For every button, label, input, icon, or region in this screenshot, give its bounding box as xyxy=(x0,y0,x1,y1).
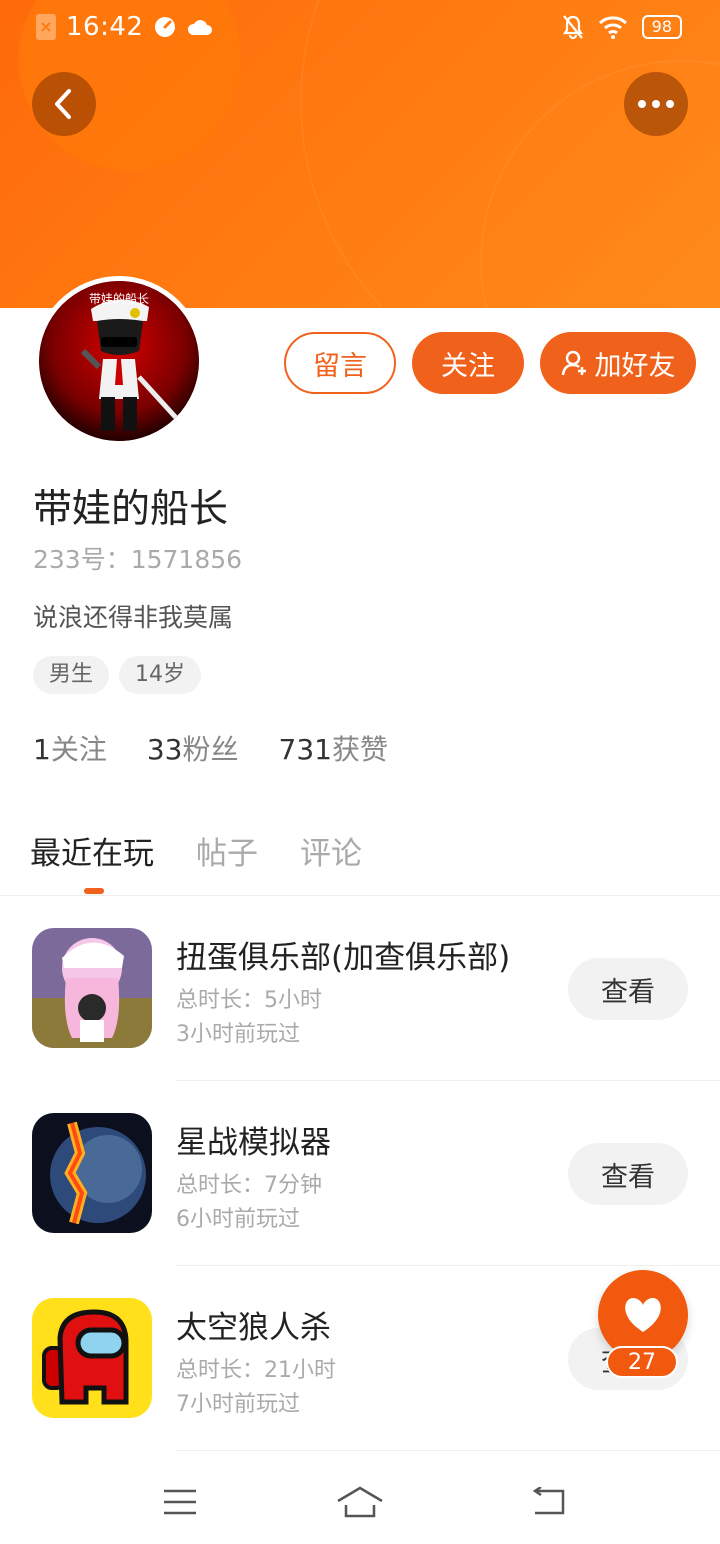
tab-recent-games[interactable]: 最近在玩 xyxy=(30,828,154,873)
svg-text:带娃的船长: 带娃的船长 xyxy=(89,291,149,306)
game-duration: 总时长：7分钟 xyxy=(176,1173,322,1198)
more-options-button[interactable] xyxy=(624,72,688,136)
back-arrow-icon xyxy=(532,1487,565,1515)
chevron-left-icon xyxy=(55,89,71,119)
tab-posts[interactable]: 帖子 xyxy=(196,828,258,873)
game-last-played: 7小时前玩过 xyxy=(176,1392,300,1417)
game-icon-among-us xyxy=(32,1298,152,1418)
profile-name: 带娃的船长 xyxy=(33,487,229,532)
game-title: 扭蛋俱乐部(加查俱乐部) xyxy=(176,940,511,976)
follow-button[interactable]: 关注 xyxy=(412,332,524,394)
system-navigation-bar xyxy=(0,1460,720,1544)
avatar-image: 带娃的船长 xyxy=(39,281,199,441)
game-icon-gacha-club xyxy=(32,928,152,1048)
battery-indicator: 98 xyxy=(641,15,682,39)
tag-gender: 男生 xyxy=(33,656,110,694)
game-last-played: 3小时前玩过 xyxy=(176,1022,300,1047)
game-icon-star-wars-simulator xyxy=(32,1113,152,1233)
avatar-character: 带娃的船长 xyxy=(39,281,199,441)
mute-bell-icon xyxy=(562,15,583,40)
avatar[interactable]: 带娃的船长 xyxy=(34,276,204,446)
profile-stats: 1关注 33粉丝 731获赞 xyxy=(33,728,388,768)
game-duration: 总时长：21小时 xyxy=(176,1358,336,1383)
profile-tags: 男生 14岁 xyxy=(33,656,202,694)
add-person-icon xyxy=(561,350,586,376)
add-friend-button[interactable]: 加好友 xyxy=(540,332,696,394)
list-item[interactable]: 扭蛋俱乐部(加查俱乐部) 总时长：5小时 3小时前玩过 查看 xyxy=(0,896,720,1081)
tab-comments[interactable]: 评论 xyxy=(300,828,362,873)
status-bar: × 16:42 98 xyxy=(0,0,720,58)
profile-id: 233号：1571856 xyxy=(33,545,243,574)
add-friend-label: 加好友 xyxy=(594,350,676,382)
game-duration: 总时长：5小时 xyxy=(176,988,322,1013)
home-icon xyxy=(337,1486,383,1518)
nav-home-button[interactable] xyxy=(330,1478,390,1526)
view-button[interactable]: 查看 xyxy=(568,958,688,1020)
like-count: 27 xyxy=(606,1346,678,1378)
profile-bio: 说浪还得非我莫属 xyxy=(33,603,234,632)
heart-icon xyxy=(625,1298,661,1332)
stat-likes[interactable]: 731获赞 xyxy=(279,728,388,768)
game-last-played: 6小时前玩过 xyxy=(176,1207,300,1232)
tab-active-indicator xyxy=(84,888,104,894)
tag-age: 14岁 xyxy=(119,656,202,694)
back-button[interactable] xyxy=(32,72,96,136)
speedometer-icon xyxy=(155,17,176,37)
more-dots-icon xyxy=(638,100,674,108)
menu-icon xyxy=(164,1489,196,1515)
nav-menu-button[interactable] xyxy=(150,1478,210,1526)
nav-back-button[interactable] xyxy=(518,1478,578,1526)
stat-fans[interactable]: 33粉丝 xyxy=(147,728,239,768)
game-title: 星战模拟器 xyxy=(176,1125,331,1161)
message-button[interactable]: 留言 xyxy=(284,332,396,394)
status-time: 16:42 xyxy=(66,12,144,42)
wifi-icon xyxy=(598,16,627,39)
profile-tabs: 最近在玩 帖子 评论 xyxy=(30,828,362,873)
view-button[interactable]: 查看 xyxy=(568,1143,688,1205)
stat-following[interactable]: 1关注 xyxy=(33,728,107,768)
divider xyxy=(176,1450,720,1451)
game-title: 太空狼人杀 xyxy=(176,1310,331,1346)
list-item[interactable]: 星战模拟器 总时长：7分钟 6小时前玩过 查看 xyxy=(0,1081,720,1266)
no-sim-icon: × xyxy=(36,14,56,40)
cloud-icon xyxy=(188,20,213,35)
